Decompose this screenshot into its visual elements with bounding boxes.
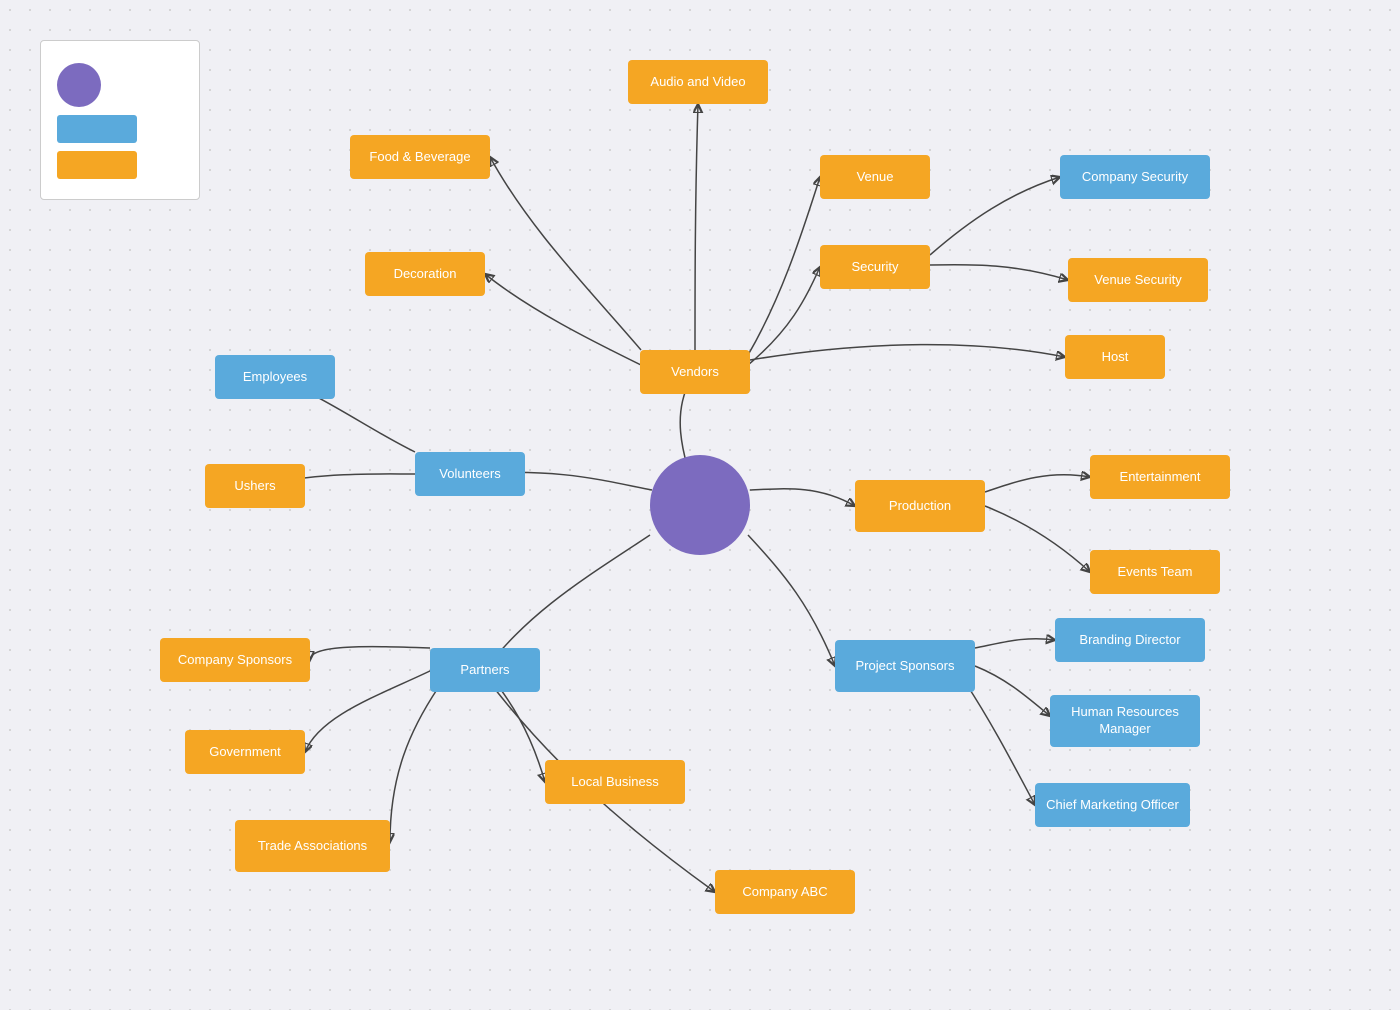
branding_director-node: Branding Director [1055,618,1205,662]
legend-internal [57,115,183,143]
employees-node: Employees [215,355,335,399]
legend-circle-icon [57,63,101,107]
events_team-node: Events Team [1090,550,1220,594]
production-node: Production [855,480,985,532]
company_abc-node: Company ABC [715,870,855,914]
ushers-node: Ushers [205,464,305,508]
venue_security-node: Venue Security [1068,258,1208,302]
local_business-node: Local Business [545,760,685,804]
company_security-node: Company Security [1060,155,1210,199]
legend [40,40,200,200]
legend-external [57,151,183,179]
decoration-node: Decoration [365,252,485,296]
cmo-node: Chief Marketing Officer [1035,783,1190,827]
audio_video-node: Audio and Video [628,60,768,104]
project_sponsors-node: Project Sponsors [835,640,975,692]
government-node: Government [185,730,305,774]
trade_associations-node: Trade Associations [235,820,390,872]
hr_manager-node: Human Resources Manager [1050,695,1200,747]
partners-node: Partners [430,648,540,692]
volunteers-node: Volunteers [415,452,525,496]
food_beverage-node: Food & Beverage [350,135,490,179]
host-node: Host [1065,335,1165,379]
legend-project-node [57,63,183,107]
company_sponsors-node: Company Sponsors [160,638,310,682]
security-node: Security [820,245,930,289]
venue-node: Venue [820,155,930,199]
center-node [650,455,750,555]
legend-external-rect [57,151,137,179]
entertainment-node: Entertainment [1090,455,1230,499]
vendors-node: Vendors [640,350,750,394]
legend-internal-rect [57,115,137,143]
